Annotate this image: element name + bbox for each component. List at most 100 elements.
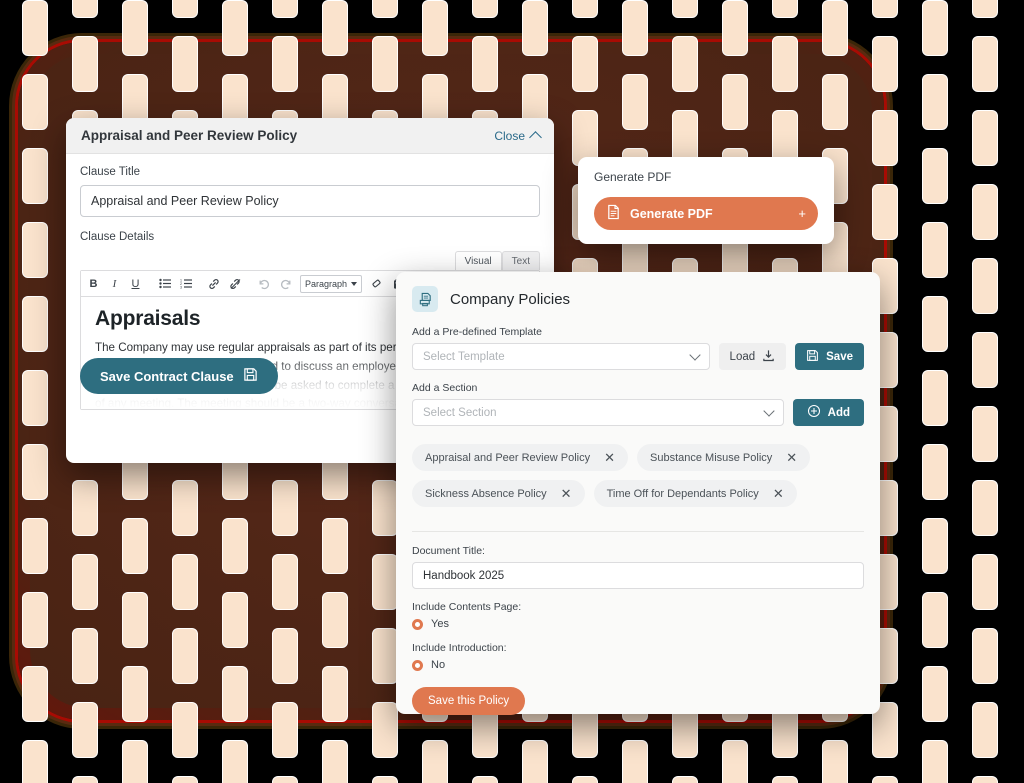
bullet-list-icon[interactable] xyxy=(154,273,175,295)
close-icon[interactable]: ✕ xyxy=(773,487,784,500)
background-bar xyxy=(672,776,698,783)
save-contract-clause-button[interactable]: Save Contract Clause xyxy=(80,358,278,394)
background-bar xyxy=(972,110,998,166)
save-template-button[interactable]: Save xyxy=(795,343,864,370)
section-select-placeholder: Select Section xyxy=(423,406,497,419)
eraser-icon[interactable] xyxy=(366,273,387,295)
contents-page-label: Include Contents Page: xyxy=(412,601,522,613)
background-bar xyxy=(772,0,798,18)
close-icon[interactable]: ✕ xyxy=(604,451,615,464)
template-select[interactable]: Select Template xyxy=(412,343,710,370)
add-section-button[interactable]: Add xyxy=(792,399,864,426)
background-bar xyxy=(922,666,948,722)
chevron-down-icon xyxy=(762,404,775,417)
policy-chip: Time Off for Dependants Policy ✕ xyxy=(593,480,797,507)
introduction-radio-row[interactable]: No xyxy=(412,659,864,671)
policy-chip-list: Appraisal and Peer Review Policy ✕ Subst… xyxy=(412,444,864,507)
background-bar xyxy=(172,0,198,18)
background-bar xyxy=(922,444,948,500)
background-bar xyxy=(922,0,948,56)
policy-chip-label: Substance Misuse Policy xyxy=(650,451,773,464)
document-title-label: Document Title: xyxy=(412,545,485,557)
toolbar-separator xyxy=(146,273,154,295)
chevron-up-icon xyxy=(529,130,542,144)
clause-title-label: Clause Title xyxy=(80,166,141,178)
paragraph-format-select[interactable]: Paragraph xyxy=(300,274,362,293)
radio-selected-icon[interactable] xyxy=(412,618,423,630)
background-bar xyxy=(572,776,598,783)
radio-selected-icon[interactable] xyxy=(412,659,423,671)
undo-icon[interactable] xyxy=(254,273,275,295)
background-bar xyxy=(72,776,98,783)
generate-pdf-button[interactable]: Generate PDF + xyxy=(594,197,818,230)
generate-pdf-card-title: Generate PDF xyxy=(594,170,672,184)
template-select-placeholder: Select Template xyxy=(423,350,505,363)
policies-panel-header: Company Policies xyxy=(412,286,864,312)
save-this-policy-button[interactable]: Save this Policy xyxy=(412,687,526,715)
tab-text[interactable]: Text xyxy=(501,251,540,270)
background-bar xyxy=(922,518,948,574)
company-policies-panel: Company Policies Add a Pre-defined Templ… xyxy=(396,272,880,715)
background-bar xyxy=(422,740,448,783)
italic-icon[interactable]: I xyxy=(104,273,125,295)
background-bar xyxy=(872,776,898,783)
clause-details-label: Clause Details xyxy=(80,231,155,243)
policy-chip-label: Time Off for Dependants Policy xyxy=(606,487,759,500)
close-icon[interactable]: ✕ xyxy=(561,487,572,500)
add-label: Add xyxy=(827,406,850,419)
background-bar xyxy=(672,0,698,18)
policies-panel-title: Company Policies xyxy=(450,290,571,308)
policy-chip: Appraisal and Peer Review Policy ✕ xyxy=(412,444,628,471)
background-bar xyxy=(972,628,998,684)
introduction-value: No xyxy=(431,659,446,671)
paragraph-format-value: Paragraph xyxy=(305,278,348,289)
background-bar xyxy=(122,740,148,783)
document-title-input[interactable] xyxy=(412,562,864,589)
section-select[interactable]: Select Section xyxy=(412,399,784,426)
load-template-button[interactable]: Load xyxy=(718,343,787,370)
tab-visual[interactable]: Visual xyxy=(454,251,502,270)
background-bar xyxy=(972,406,998,462)
background-bar xyxy=(572,0,598,18)
chevron-down-icon xyxy=(351,281,357,286)
unlink-icon[interactable] xyxy=(225,273,246,295)
link-icon[interactable] xyxy=(204,273,225,295)
introduction-label: Include Introduction: xyxy=(412,642,507,654)
background-bar xyxy=(972,258,998,314)
redo-icon[interactable] xyxy=(275,273,296,295)
document-icon xyxy=(606,204,621,223)
underline-icon[interactable]: U xyxy=(125,273,146,295)
background-bar xyxy=(972,702,998,758)
policy-chip: Sickness Absence Policy ✕ xyxy=(412,480,585,507)
background-bar xyxy=(622,740,648,783)
close-icon[interactable]: ✕ xyxy=(786,451,797,464)
background-bar xyxy=(972,480,998,536)
save-floppy-icon xyxy=(243,367,258,385)
policy-chip-label: Sickness Absence Policy xyxy=(425,487,547,500)
background-bar xyxy=(922,148,948,204)
clause-modal-title: Appraisal and Peer Review Policy xyxy=(81,128,298,143)
background-bar xyxy=(72,0,98,18)
download-icon xyxy=(762,349,775,365)
clause-title-input[interactable] xyxy=(80,185,540,217)
print-document-icon xyxy=(412,286,438,312)
plus-icon[interactable]: + xyxy=(798,206,806,221)
bold-icon[interactable]: B xyxy=(83,273,104,295)
background-bar xyxy=(972,184,998,240)
panel-divider xyxy=(412,531,864,532)
background-bar xyxy=(372,776,398,783)
numbered-list-icon[interactable]: 123 xyxy=(175,273,196,295)
save-label: Save xyxy=(826,350,853,363)
close-label: Close xyxy=(494,128,525,143)
background-bar xyxy=(772,776,798,783)
contents-page-radio-row[interactable]: Yes xyxy=(412,618,864,630)
background-bar xyxy=(972,36,998,92)
background-bar xyxy=(972,332,998,388)
toolbar-separator-3 xyxy=(246,273,254,295)
save-floppy-icon xyxy=(806,349,819,365)
add-section-label: Add a Section xyxy=(412,382,478,394)
generate-pdf-label: Generate PDF xyxy=(630,206,713,221)
clause-modal-close-button[interactable]: Close xyxy=(494,128,542,144)
plus-circle-icon xyxy=(807,404,821,421)
background-bar xyxy=(922,592,948,648)
